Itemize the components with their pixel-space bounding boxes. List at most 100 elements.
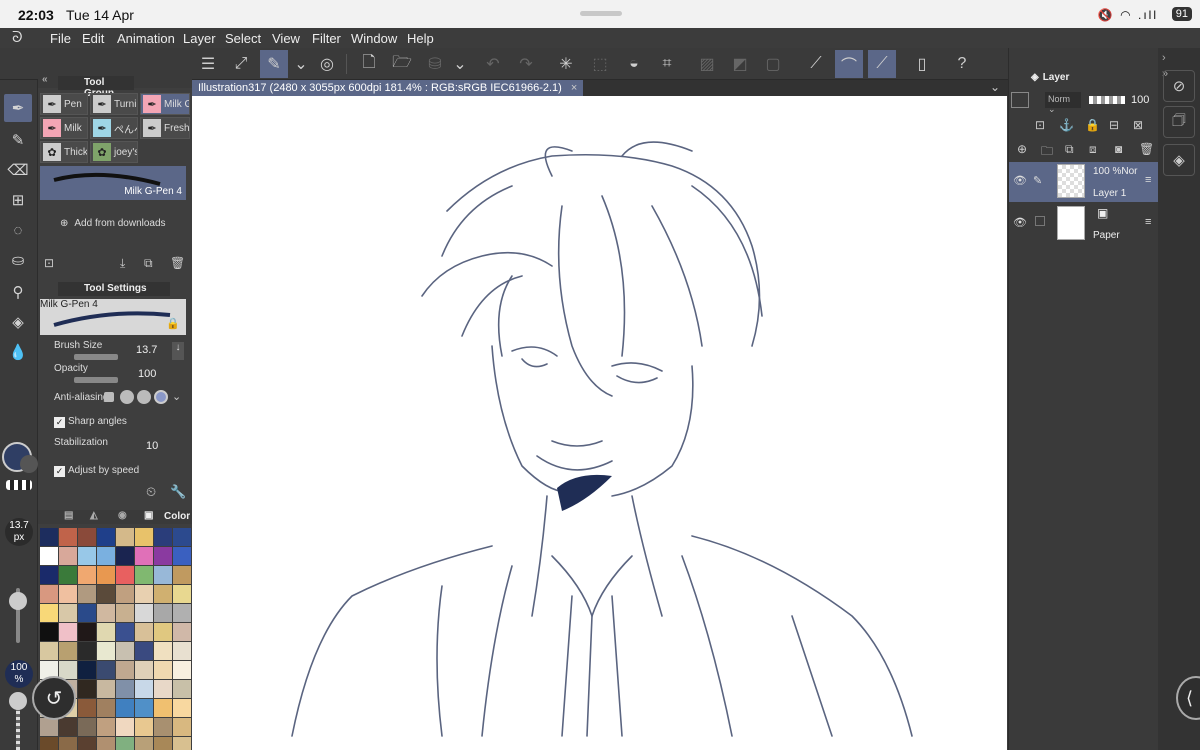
color-swatch[interactable] [97, 680, 115, 698]
color-swatch[interactable] [173, 642, 191, 660]
drawing-canvas[interactable] [192, 96, 1007, 750]
trash-icon[interactable]: 🗑 [170, 256, 185, 270]
color-swatch[interactable] [173, 661, 191, 679]
aa-medium-option[interactable] [137, 390, 151, 404]
opacity-slider[interactable] [16, 705, 20, 750]
menu-layer[interactable]: Layer [183, 31, 216, 46]
selection-border-icon[interactable]: ▢ [759, 50, 787, 78]
color-swatch[interactable] [154, 604, 172, 622]
color-swatch[interactable] [97, 737, 115, 750]
chevron-down-icon[interactable]: ⌄ [287, 50, 315, 78]
color-swatch[interactable] [59, 642, 77, 660]
sharp-angles-checkbox[interactable]: ✓ [54, 417, 65, 428]
color-swatch[interactable] [59, 718, 77, 736]
color-swatch[interactable] [59, 566, 77, 584]
color-swatch[interactable] [116, 604, 134, 622]
color-swatch[interactable] [116, 547, 134, 565]
color-swatch[interactable] [40, 585, 58, 603]
edit-mode-icon[interactable]: ✎ [260, 50, 288, 78]
chevron-down-icon[interactable]: ⌄ [990, 80, 1000, 94]
layer-checkbox[interactable] [1035, 216, 1045, 226]
drag-handle-icon[interactable]: ≡ [1145, 174, 1151, 186]
snap-special-ruler-icon[interactable]: ⟋ [868, 50, 896, 78]
color-swatch[interactable] [173, 566, 191, 584]
eye-icon[interactable]: 👁 [1013, 216, 1027, 229]
lock-icon[interactable]: 🔒 [1085, 118, 1100, 132]
selection-tool-icon[interactable]: ⛀ [4, 246, 32, 274]
layer-color-button[interactable] [1011, 92, 1029, 108]
lock-transparency-icon[interactable]: ⊠ [1133, 118, 1143, 132]
share-icon[interactable]: ◎ [313, 50, 341, 78]
color-swatch[interactable] [154, 718, 172, 736]
loading-icon[interactable]: ✳ [552, 50, 580, 78]
wrench-icon[interactable]: 🔧 [170, 484, 186, 500]
sub-tool-settings-icon[interactable]: ⊡ [44, 256, 54, 270]
color-swatch[interactable] [78, 718, 96, 736]
lock-icon[interactable]: 🔒 [166, 317, 180, 330]
color-swatch[interactable] [78, 585, 96, 603]
color-swatch[interactable] [135, 680, 153, 698]
lasso-tool-icon[interactable]: ◌ [4, 216, 32, 244]
menu-filter[interactable]: Filter [312, 31, 341, 46]
close-tab-icon[interactable]: × [571, 82, 577, 94]
color-swatch[interactable] [59, 585, 77, 603]
sub-color-swatch[interactable] [20, 455, 38, 473]
pencil-tool-icon[interactable]: ✎ [4, 126, 32, 154]
opacity-slider-mini[interactable] [74, 377, 118, 383]
crop-icon[interactable]: ⌗ [653, 50, 681, 78]
color-swatch[interactable] [59, 528, 77, 546]
color-swatch[interactable] [173, 737, 191, 750]
ruler-icon[interactable]: ⟋ [802, 50, 830, 78]
clip-icon[interactable]: ⊡ [1035, 118, 1045, 132]
pen-tool-icon[interactable]: ✒ [4, 94, 32, 122]
color-swatch[interactable] [135, 585, 153, 603]
color-swatch[interactable] [135, 547, 153, 565]
color-swatch[interactable] [59, 737, 77, 750]
color-swatch[interactable] [116, 528, 134, 546]
reference-icon[interactable]: ⚓ [1059, 118, 1074, 132]
brush-turnip[interactable]: ✒Turnip [90, 93, 138, 115]
color-swatch[interactable] [154, 699, 172, 717]
tab-tool-group[interactable]: Tool Group [58, 76, 134, 99]
color-swatch[interactable] [173, 699, 191, 717]
reset-settings-icon[interactable]: ⏲ [146, 484, 156, 500]
color-swatch[interactable] [97, 528, 115, 546]
new-file-icon[interactable]: 🗋 [355, 50, 383, 78]
color-swatch[interactable] [116, 680, 134, 698]
eye-icon[interactable]: 👁 [1013, 174, 1027, 187]
chevron-down-icon[interactable]: ⌄ [172, 390, 181, 403]
color-swatch[interactable] [173, 623, 191, 641]
brush-size-value[interactable]: 13.7 [136, 344, 162, 356]
open-folder-icon[interactable]: 🗁 [388, 50, 416, 78]
add-from-downloads-button[interactable]: ⊕ Add from downloads [60, 218, 166, 229]
layer-row-layer1[interactable]: 👁 ✎ 100 %Nor Layer 1 ≡ [1009, 162, 1159, 202]
new-raster-layer-icon[interactable]: ⊕ [1017, 142, 1027, 156]
clear-selection-icon[interactable]: ▨ [693, 50, 721, 78]
color-swatch[interactable] [173, 718, 191, 736]
brush-milk-g[interactable]: ✒ Milk G [140, 93, 190, 115]
color-swatch[interactable] [116, 718, 134, 736]
blend-tool-icon[interactable]: 💧 [4, 338, 32, 366]
color-swatch[interactable] [154, 566, 172, 584]
sub-view-icon[interactable]: 🗇 [1163, 106, 1195, 138]
color-tab-label[interactable]: Color [164, 511, 190, 522]
color-swatch[interactable] [40, 718, 58, 736]
color-swatch[interactable] [173, 547, 191, 565]
multitask-grip[interactable] [580, 11, 622, 16]
brush-thick[interactable]: ✿ Thick [40, 141, 88, 163]
brush-stroke-preview[interactable]: Milk G-Pen 4 [40, 166, 186, 200]
menu-file[interactable]: File [50, 31, 71, 46]
hamburger-menu-icon[interactable]: ☰ [194, 50, 222, 78]
aa-strong-option[interactable] [154, 390, 168, 404]
copy-layer-icon[interactable]: ⧈ [1089, 142, 1097, 157]
chevron-down-icon[interactable]: ⌄ [446, 50, 474, 78]
color-swatch[interactable] [40, 547, 58, 565]
fit-view-icon[interactable]: ⤢ [227, 50, 255, 78]
eraser-tool-icon[interactable]: ⌫ [4, 156, 32, 184]
sharp-angles-row[interactable]: ✓ Sharp angles [54, 416, 184, 428]
brush-size-slider[interactable] [74, 354, 118, 360]
download-icon[interactable]: ⤓ [120, 256, 125, 271]
color-swatch[interactable] [116, 566, 134, 584]
color-wheel-tab-icon[interactable]: ▤ [64, 510, 73, 521]
color-swatch[interactable] [59, 623, 77, 641]
